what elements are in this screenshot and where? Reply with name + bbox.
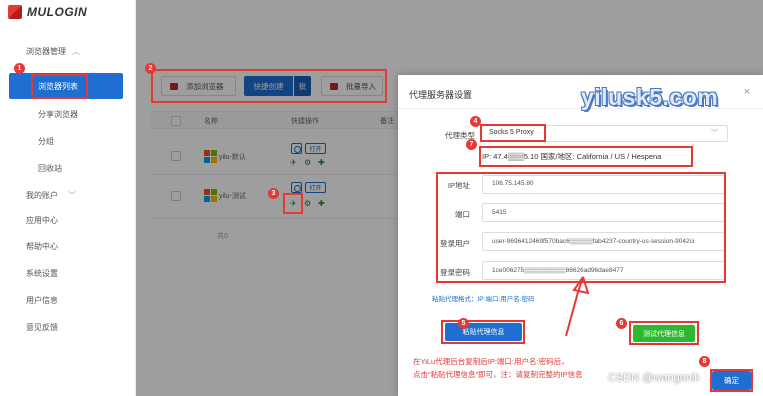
annotation-badge-1: 1 bbox=[14, 63, 25, 74]
username-label: 登录用户 bbox=[440, 239, 470, 248]
sidebar-group-label: 浏览器管理 bbox=[26, 47, 66, 56]
sidebar-item-help-center[interactable]: 帮助中心 bbox=[26, 241, 58, 252]
csdn-watermark: CSDN @wangonik bbox=[608, 372, 700, 384]
chevron-down-icon: ﹀ bbox=[68, 191, 76, 200]
ip-detect-result: IP: 47.4▒▒▒5.10 国家/地区: California / US /… bbox=[482, 152, 662, 161]
annotation-badge-5: 5 bbox=[458, 318, 469, 329]
dialog-title: 代理服务器设置 bbox=[409, 90, 473, 100]
password-value: 1ce006275▒▒▒▒▒▒▒▒▒86626ad96dae8477 bbox=[492, 267, 624, 274]
annotation-badge-4: 4 bbox=[470, 116, 481, 127]
confirm-button[interactable]: 确定 bbox=[712, 371, 751, 390]
port-label: 端口 bbox=[455, 210, 470, 219]
chevron-up-icon: ︿ bbox=[72, 47, 80, 56]
logo-text: MULOGIN bbox=[27, 5, 88, 19]
instruction-note-line2: 点击“粘贴代理信息”即可，注：请复制完整的IP信息 bbox=[413, 370, 583, 379]
instruction-note-line1: 在YiLu代理后台复制后IP:端口:用户名:密码后， bbox=[413, 357, 569, 366]
close-icon[interactable]: × bbox=[744, 86, 750, 98]
ip-address-label: IP地址 bbox=[447, 181, 470, 190]
sidebar-item-system-settings[interactable]: 系统设置 bbox=[26, 268, 58, 279]
sidebar-item-share[interactable]: 分享浏览器 bbox=[38, 109, 78, 120]
ip-address-value: 106.75.145.80 bbox=[492, 180, 534, 187]
password-label: 登录密码 bbox=[440, 268, 470, 277]
annotation-badge-2: 2 bbox=[145, 63, 156, 74]
sidebar-item-my-account[interactable]: 我的账户 ﹀ bbox=[26, 190, 76, 201]
sidebar-group-browser-management[interactable]: 浏览器管理 ︿ bbox=[26, 46, 80, 57]
sidebar-item-user-info[interactable]: 用户信息 bbox=[26, 295, 58, 306]
annotation-badge-8: 8 bbox=[699, 356, 710, 367]
sidebar-item-groups[interactable]: 分组 bbox=[38, 136, 54, 147]
annotation-badge-3: 3 bbox=[268, 188, 279, 199]
sidebar-item-browser-list[interactable]: 浏览器列表 bbox=[9, 73, 123, 99]
test-proxy-button[interactable]: 测试代理信息 bbox=[633, 325, 695, 342]
annotation-badge-6: 6 bbox=[616, 318, 627, 329]
sidebar-item-label: 浏览器列表 bbox=[38, 82, 78, 91]
sidebar-item-recycle-bin[interactable]: 回收站 bbox=[38, 163, 62, 174]
sidebar-item-app-center[interactable]: 应用中心 bbox=[26, 215, 58, 226]
proxy-type-value: Socks 5 Proxy bbox=[489, 129, 534, 136]
logo-mark-icon bbox=[8, 5, 22, 19]
paste-format-hint: 粘贴代理格式：IP:端口:用户名:密码 bbox=[432, 296, 535, 303]
sidebar-item-label: 我的账户 bbox=[26, 191, 58, 200]
annotation-badge-7: 7 bbox=[466, 139, 477, 150]
chevron-down-icon: ﹀ bbox=[711, 130, 718, 137]
sidebar: MULOGIN 浏览器管理 ︿ 浏览器列表 分享浏览器 分组 回收站 我的账户 ﹀ … bbox=[0, 0, 136, 396]
paste-proxy-button[interactable]: 粘贴代理信息 bbox=[445, 323, 522, 341]
sidebar-item-feedback[interactable]: 意见反馈 bbox=[26, 322, 58, 333]
username-value: user-9696412469f570bac6▒▒▒▒▒fab4237-coun… bbox=[492, 238, 695, 245]
port-value: 5415 bbox=[492, 209, 507, 216]
app-logo: MULOGIN bbox=[8, 4, 87, 20]
watermark-logo: yilusk5.com bbox=[581, 84, 719, 110]
